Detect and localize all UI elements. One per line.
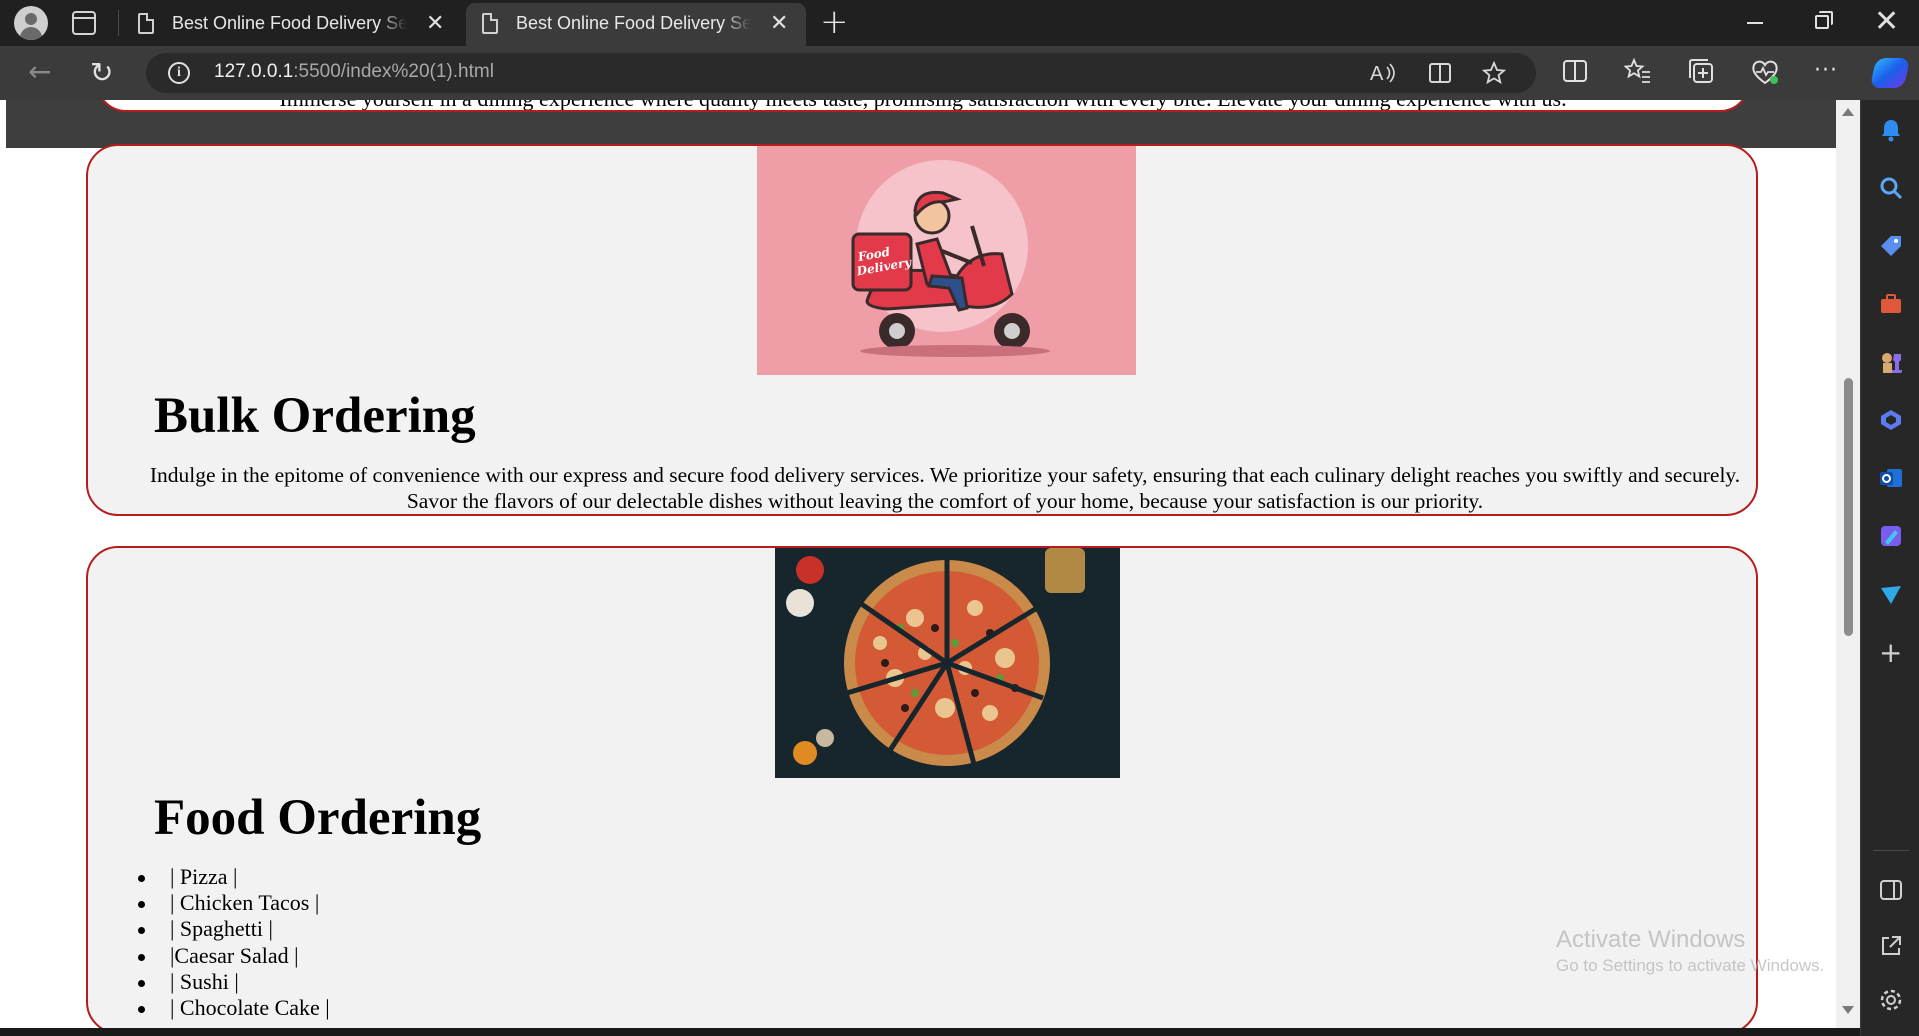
sidebar-divider [1873, 850, 1909, 851]
add-sidebar-app-icon[interactable]: + [1879, 639, 1902, 667]
edge-sidebar: + [1860, 100, 1919, 1036]
tab-actions-icon[interactable] [72, 11, 96, 35]
vertical-scrollbar[interactable] [1836, 100, 1860, 1036]
new-tab-button[interactable]: + [820, 4, 849, 40]
page-viewport: Immerse yourself in a dining experience … [0, 100, 1860, 1036]
menu-item: |Caesar Salad | [128, 943, 330, 969]
bulk-ordering-card: Food Delivery Bulk Ordering Indulge in t… [86, 144, 1758, 516]
sidebar-settings-gear-icon[interactable] [1879, 988, 1903, 1012]
title-bar: Best Online Food Delivery Servic ✕ Best … [0, 0, 1919, 46]
previous-section-card: Immerse yourself in a dining experience … [96, 100, 1750, 112]
scroll-up-arrow-icon[interactable] [1842, 108, 1854, 116]
collections-icon[interactable] [1688, 58, 1716, 86]
send-plane-icon[interactable] [1879, 582, 1903, 606]
menu-item: | Pizza | [128, 864, 330, 890]
immersive-reader-icon[interactable] [1428, 61, 1454, 85]
search-icon[interactable] [1879, 176, 1903, 200]
settings-more-button[interactable]: ··· [1814, 56, 1838, 86]
back-button[interactable]: ← [28, 58, 51, 86]
tools-briefcase-icon[interactable] [1879, 292, 1903, 316]
bulk-ordering-description: Indulge in the epitome of convenience wi… [149, 463, 1741, 513]
address-bar[interactable]: i 127.0.0.1:5500/index%20(1).html A [146, 53, 1536, 93]
browser-essentials-icon[interactable] [1750, 58, 1780, 86]
menu-item: | Spaghetti | [128, 916, 330, 942]
page-icon [138, 13, 154, 34]
favorite-star-icon[interactable] [1482, 61, 1508, 85]
close-tab-icon[interactable]: ✕ [426, 11, 444, 35]
menu-item: | Sushi | [128, 969, 330, 995]
open-external-icon[interactable] [1879, 934, 1903, 958]
scroll-down-arrow-icon[interactable] [1842, 1006, 1854, 1014]
read-aloud-icon[interactable]: A [1370, 61, 1396, 85]
profile-avatar[interactable] [14, 6, 48, 40]
favorites-icon[interactable] [1624, 58, 1652, 84]
menu-item: | Chocolate Cake | [128, 995, 330, 1021]
page-icon [482, 13, 498, 34]
food-delivery-image: Food Delivery [757, 146, 1136, 375]
games-chess-icon[interactable] [1879, 350, 1903, 374]
food-menu-list: | Pizza | | Chicken Tacos | | Spaghetti … [128, 864, 330, 1021]
tab-2-active[interactable]: Best Online Food Delivery Servic ✕ [466, 3, 806, 46]
hide-sidebar-icon[interactable] [1879, 878, 1903, 902]
refresh-button[interactable]: ↻ [90, 59, 113, 87]
scrollbar-thumb[interactable] [1844, 378, 1853, 636]
activate-windows-title: Activate Windows [1556, 926, 1746, 953]
designer-icon[interactable] [1879, 524, 1903, 548]
menu-item: | Chicken Tacos | [128, 890, 330, 916]
tab-title: Best Online Food Delivery Servic [516, 13, 751, 33]
close-tab-icon[interactable]: ✕ [770, 11, 788, 35]
tab-1[interactable]: Best Online Food Delivery Servic ✕ [122, 3, 462, 46]
outlook-icon[interactable] [1879, 466, 1903, 490]
shopping-tag-icon[interactable] [1879, 234, 1903, 258]
activate-windows-watermark: Activate Windows Go to Settings to activ… [1556, 925, 1824, 977]
tab-title: Best Online Food Delivery Servic [172, 13, 407, 33]
svg-text:A: A [1370, 63, 1384, 85]
notifications-bell-icon[interactable] [1879, 118, 1903, 142]
bulk-ordering-heading: Bulk Ordering [154, 388, 476, 444]
address-toolbar: ← ↻ i 127.0.0.1:5500/index%20(1).html A … [0, 46, 1919, 100]
previous-section-text: Immerse yourself in a dining experience … [98, 100, 1748, 110]
close-window-button[interactable]: ✕ [1874, 7, 1899, 37]
copilot-sidebar-icon[interactable] [1879, 408, 1903, 432]
food-ordering-heading: Food Ordering [154, 790, 482, 846]
food-ordering-card: Food Ordering | Pizza | | Chicken Tacos … [86, 546, 1758, 1034]
restore-button[interactable] [1815, 11, 1833, 29]
tab-separator [118, 10, 119, 36]
url-text[interactable]: 127.0.0.1:5500/index%20(1).html [214, 61, 494, 83]
activate-windows-subtitle: Go to Settings to activate Windows. [1556, 956, 1825, 975]
split-screen-icon[interactable] [1562, 58, 1588, 84]
bottom-edge [0, 1028, 1860, 1036]
pizza-image [775, 548, 1120, 778]
minimize-button[interactable] [1747, 22, 1763, 24]
site-info-icon[interactable]: i [168, 62, 190, 84]
